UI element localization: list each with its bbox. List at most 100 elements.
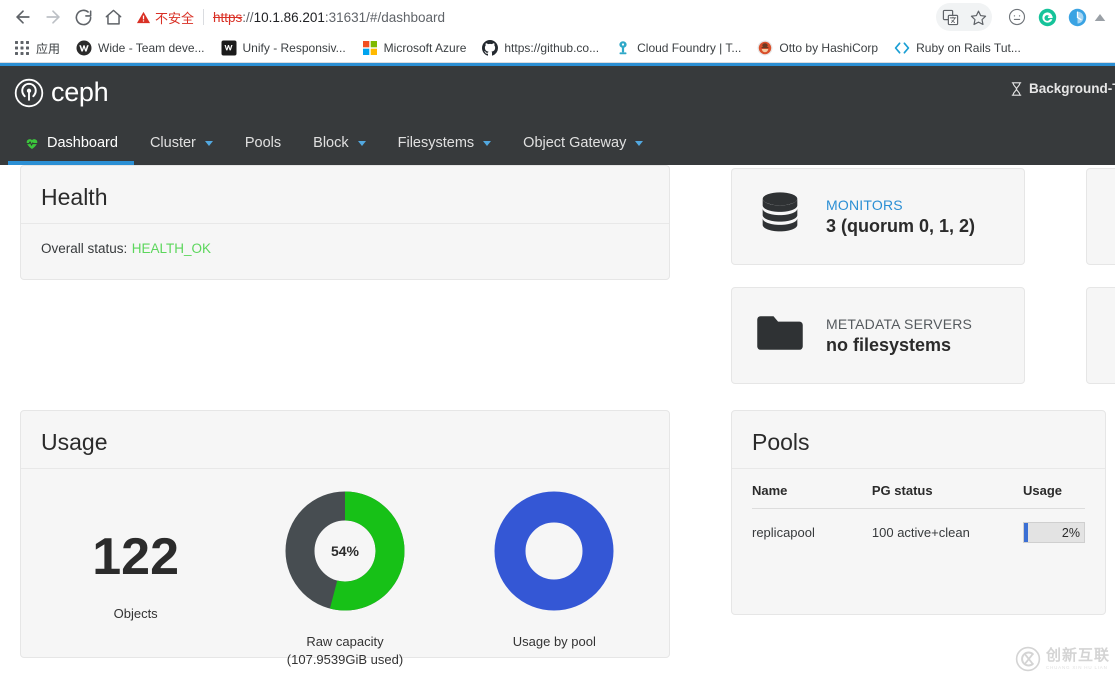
pool-usage-cell: 2%: [1023, 509, 1085, 557]
app-navbar: Dashboard Cluster Pools Block Filesystem…: [0, 121, 1115, 165]
watermark-en-text: CHUANG XIN HU LIAN: [1046, 665, 1110, 670]
omnibox-divider: [203, 9, 204, 25]
bookmark-label: 应用: [36, 40, 60, 57]
ceph-dashboard: ceph Background-Ta Dashboard Cluster Poo…: [0, 63, 1115, 680]
bookmark-star-icon[interactable]: [964, 3, 992, 31]
nav-label: Pools: [245, 135, 281, 151]
metadata-servers-tile[interactable]: METADATA SERVERS no filesystems: [731, 287, 1025, 384]
nav-label: Cluster: [150, 135, 196, 151]
warning-triangle-icon: [136, 10, 151, 25]
bookmark-otto[interactable]: Otto by HashiCorp: [749, 37, 886, 59]
column-header-name[interactable]: Name: [752, 469, 872, 509]
usage-chart-row: 122 Objects 54% Raw capacity (107.9539Gi…: [21, 469, 669, 669]
background-tasks-indicator[interactable]: Background-Ta: [1010, 81, 1115, 96]
pool-pg-status: 100 active+clean: [872, 509, 1023, 557]
pools-card-body: Name PG status Usage replicapool 100 act…: [732, 469, 1105, 556]
objects-caption: Objects: [114, 605, 158, 623]
ceph-logo[interactable]: ceph: [14, 77, 108, 108]
chevron-down-icon: [635, 141, 643, 146]
ceph-mark-icon: [14, 78, 44, 108]
url-host: 10.1.86.201: [254, 10, 325, 25]
toolbar-icon-group: [936, 3, 1107, 31]
health-status-value: HEALTH_OK: [132, 241, 211, 256]
brand-title: ceph: [51, 77, 108, 108]
monitors-value: 3 (quorum 0, 1, 2): [826, 216, 975, 237]
pool-usage-progressbar: 2%: [1023, 522, 1085, 543]
watermark-logo-icon: [1015, 646, 1041, 672]
pool-name: replicapool: [752, 509, 872, 557]
pools-table-header-row: Name PG status Usage: [752, 469, 1085, 509]
offscreen-tile-top[interactable]: [1086, 168, 1115, 265]
unify-icon: [221, 40, 237, 56]
bookmark-label: Cloud Foundry | T...: [637, 41, 741, 55]
nav-item-cluster[interactable]: Cluster: [134, 121, 229, 165]
pools-card-title: Pools: [732, 411, 1105, 469]
usage-card-title: Usage: [21, 411, 669, 469]
heartbeat-icon: [24, 135, 40, 151]
offscreen-tile-bottom[interactable]: [1086, 287, 1115, 384]
pool-usage-percent: 2%: [1062, 526, 1080, 540]
url-text: https://10.1.86.201:31631/#/dashboard: [213, 10, 445, 25]
bookmark-apps[interactable]: 应用: [6, 37, 68, 60]
pools-card: Pools Name PG status Usage replicapool 1…: [731, 410, 1106, 615]
grammarly-icon[interactable]: [1033, 3, 1061, 31]
hourglass-icon: [1010, 82, 1023, 96]
microsoft-icon: [362, 40, 378, 56]
extension-face-icon[interactable]: [1003, 3, 1031, 31]
bookmark-label: Wide - Team deve...: [98, 41, 205, 55]
chevron-down-icon: [358, 141, 366, 146]
omnibox-actions: [936, 3, 992, 31]
health-card-body: Overall status: HEALTH_OK: [21, 224, 669, 274]
address-bar[interactable]: 不安全 https://10.1.86.201:31631/#/dashboar…: [136, 3, 930, 31]
bookmark-wide[interactable]: Wide - Team deve...: [68, 37, 213, 59]
objects-metric: 122 Objects: [36, 491, 236, 623]
chevron-down-icon: [205, 141, 213, 146]
column-header-usage[interactable]: Usage: [1023, 469, 1085, 509]
bookmark-cloud-foundry[interactable]: Cloud Foundry | T...: [607, 37, 749, 59]
bookmark-label: https://github.co...: [504, 41, 599, 55]
nav-item-object-gateway[interactable]: Object Gateway: [507, 121, 659, 165]
bookmark-microsoft-azure[interactable]: Microsoft Azure: [354, 37, 475, 59]
nav-label: Filesystems: [398, 135, 475, 151]
extension-blue-icon[interactable]: [1063, 3, 1091, 31]
nav-item-block[interactable]: Block: [297, 121, 381, 165]
pools-table: Name PG status Usage replicapool 100 act…: [752, 469, 1085, 556]
bookmark-ruby-on-rails[interactable]: Ruby on Rails Tut...: [886, 37, 1029, 59]
monitors-label[interactable]: MONITORS: [826, 197, 975, 213]
objects-value: 122: [92, 531, 179, 583]
reload-button[interactable]: [68, 2, 98, 32]
raw-capacity-donut[interactable]: 54%: [285, 491, 405, 611]
code-brackets-icon: [894, 40, 910, 56]
raw-capacity-caption: Raw capacity (107.9539GiB used): [287, 633, 403, 669]
security-warning-chip[interactable]: 不安全: [136, 8, 203, 27]
bookmark-unify[interactable]: Unify - Responsiv...: [213, 37, 354, 59]
nav-item-filesystems[interactable]: Filesystems: [382, 121, 508, 165]
bookmark-github[interactable]: https://github.co...: [474, 37, 607, 59]
translate-icon[interactable]: [936, 3, 964, 31]
health-status-label: Overall status:: [41, 241, 127, 256]
health-card-title: Health: [21, 166, 669, 224]
home-button[interactable]: [98, 2, 128, 32]
back-button[interactable]: [8, 2, 38, 32]
monitors-text: MONITORS 3 (quorum 0, 1, 2): [826, 197, 975, 237]
bookmark-label: Microsoft Azure: [384, 41, 467, 55]
forward-button[interactable]: [38, 2, 68, 32]
usage-by-pool-donut[interactable]: [494, 491, 614, 611]
browser-chrome: 不安全 https://10.1.86.201:31631/#/dashboar…: [0, 0, 1115, 63]
extension-partial-icon[interactable]: [1093, 3, 1107, 31]
app-topbar: ceph Background-Ta: [0, 63, 1115, 121]
table-row[interactable]: replicapool 100 active+clean 2%: [752, 509, 1085, 557]
raw-capacity-caption-line1: Raw capacity: [306, 634, 383, 649]
url-separator: ://: [242, 10, 253, 25]
bookmark-label: Unify - Responsiv...: [243, 41, 346, 55]
cloudfoundry-icon: [615, 40, 631, 56]
column-header-pg-status[interactable]: PG status: [872, 469, 1023, 509]
nav-item-pools[interactable]: Pools: [229, 121, 297, 165]
nav-item-dashboard[interactable]: Dashboard: [8, 121, 134, 165]
health-card: Health Overall status: HEALTH_OK: [20, 165, 670, 280]
usage-card: Usage 122 Objects 54% Raw capac: [20, 410, 670, 658]
monitors-tile[interactable]: MONITORS 3 (quorum 0, 1, 2): [731, 168, 1025, 265]
bookmarks-bar: 应用 Wide - Team deve... Unify - Responsiv…: [0, 34, 1115, 62]
usage-by-pool-donut-svg: [494, 491, 614, 611]
background-tasks-label: Background-Ta: [1029, 81, 1115, 96]
